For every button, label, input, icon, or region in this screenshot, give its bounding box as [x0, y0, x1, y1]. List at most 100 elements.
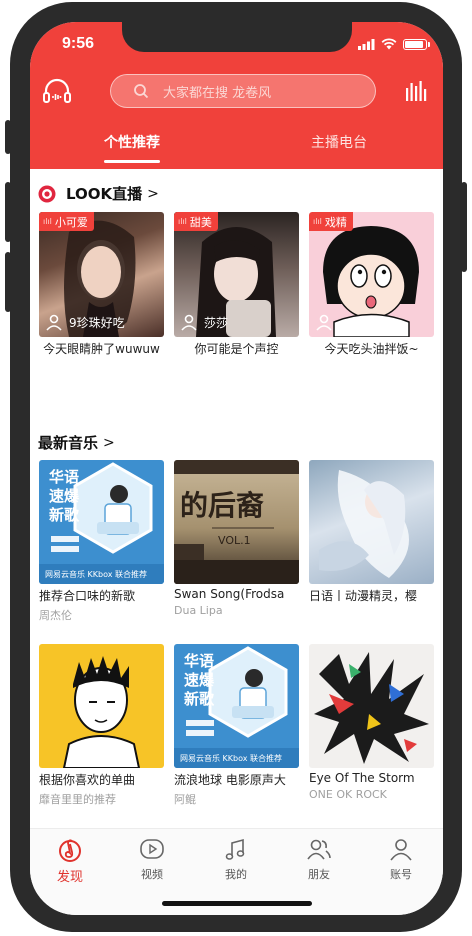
live-thumbnail: ılıl 甜美 莎莎 [174, 212, 299, 337]
tab-label: 发现 [56, 870, 83, 885]
live-card[interactable]: ılıl 甜美 莎莎 你可能是个声控 [174, 212, 299, 357]
netease-music-icon [59, 839, 81, 862]
live-title: 你可能是个声控 [194, 342, 279, 356]
song-title: 流浪地球 电影原声大 [174, 773, 286, 787]
cover-line: 速爆 [49, 487, 80, 505]
album-cover: 华语 速爆 新歌 网易云音乐 KKbox 联合推荐 [39, 460, 164, 584]
cover-line: 华语 [184, 652, 215, 670]
cover-line: 新歌 [184, 690, 215, 708]
person-icon [46, 314, 62, 331]
volume-up-button [5, 182, 11, 242]
cover-subtext: VOL.1 [218, 534, 251, 547]
look-section-title: LOOK直播 [66, 185, 143, 203]
cover-text: 华语 速爆 新歌 [184, 652, 214, 709]
tab-label: 朋友 [308, 868, 330, 881]
volume-down-button [5, 252, 11, 312]
album-cover [309, 460, 434, 584]
cover-brand: 网易云音乐 KKbox 联合推荐 [180, 754, 283, 763]
music-note-icon [225, 838, 245, 860]
song-artist: 靡音里里的推荐 [39, 793, 116, 806]
home-indicator[interactable] [162, 901, 312, 906]
tab-label: 我的 [225, 868, 247, 881]
song-title: 日语丨动漫精灵，樱 [309, 589, 418, 603]
headphones-icon[interactable] [42, 76, 72, 106]
wifi-icon [381, 38, 397, 50]
video-icon [140, 839, 164, 859]
music-more-arrow: > [103, 434, 115, 451]
look-live-icon [38, 185, 56, 202]
look-more-arrow: > [147, 185, 159, 202]
host-name [315, 313, 339, 331]
live-tag: ılıl 小可爱 [39, 212, 94, 231]
song-title: Eye Of The Storm [309, 771, 415, 785]
cover-brand: 网易云音乐 KKbox 联合推荐 [45, 570, 148, 579]
host-name-text: 莎莎 [204, 315, 229, 330]
live-card[interactable]: ılıl 戏精 今天吃头油拌饭~ [309, 212, 434, 357]
music-card[interactable]: 华语 速爆 新歌 网易云音乐 KKbox 联合推荐 流浪地球 电影原声大 阿鲲 [174, 644, 299, 807]
album-cover [39, 644, 164, 768]
header: 9:56 大家都在搜 龙卷风 个性推荐 主播电台 [30, 22, 443, 169]
side-button [5, 120, 11, 154]
status-icons [358, 38, 430, 50]
cover-art [314, 652, 429, 764]
power-button [461, 182, 467, 272]
music-card[interactable]: 华语 速爆 新歌 网易云音乐 KKbox 联合推荐 推荐合口味的新歌 周杰伦 [39, 460, 164, 623]
equalizer-icon[interactable] [405, 80, 427, 102]
tab-label: 视频 [141, 868, 163, 881]
person-icon [181, 314, 197, 331]
album-cover [309, 644, 434, 768]
tab-mine[interactable]: 我的 [206, 837, 266, 882]
bottom-tab-bar: 发现 视频 我的 朋友 账号 [30, 828, 443, 915]
tab-video[interactable]: 视频 [122, 837, 182, 882]
music-card[interactable]: 根据你喜欢的单曲 靡音里里的推荐 [39, 644, 164, 807]
song-artist: 周杰伦 [39, 609, 72, 622]
look-section-header[interactable]: LOOK直播 > [38, 183, 159, 204]
host-name: 莎莎 [180, 313, 228, 331]
cover-art [62, 656, 141, 768]
cover-art [319, 470, 409, 578]
music-card[interactable]: Eye Of The Storm ONE OK ROCK [309, 644, 434, 801]
live-card[interactable]: ılıl 小可爱 9珍珠好吃 今天眼睛肿了wuwuw [39, 212, 164, 357]
music-section-header[interactable]: 最新音乐 > [38, 432, 115, 453]
live-title: 今天吃头油拌饭~ [324, 342, 419, 356]
song-title: 根据你喜欢的单曲 [39, 773, 136, 787]
search-placeholder: 大家都在搜 龙卷风 [163, 85, 272, 101]
app-screen: 9:56 大家都在搜 龙卷风 个性推荐 主播电台 LOOK直播 > ılıl 小… [30, 22, 443, 915]
account-icon [390, 839, 412, 861]
person-icon [316, 314, 332, 331]
tab-friends[interactable]: 朋友 [289, 837, 349, 882]
song-title: 推荐合口味的新歌 [39, 589, 136, 603]
live-thumbnail: ılıl 戏精 [309, 212, 434, 337]
cover-line: 新歌 [49, 506, 80, 524]
song-artist: ONE OK ROCK [309, 788, 387, 801]
tab-label: 账号 [390, 868, 412, 881]
tab-discover[interactable]: 发现 [40, 837, 100, 885]
battery-icon [403, 38, 430, 50]
status-time: 9:56 [62, 35, 95, 52]
live-thumbnail: ılıl 小可爱 9珍珠好吃 [39, 212, 164, 337]
live-tag-text: 小可爱 [54, 215, 88, 229]
notch [122, 22, 352, 52]
tab-recommend[interactable]: 个性推荐 [104, 132, 160, 152]
album-cover: 华语 速爆 新歌 网易云音乐 KKbox 联合推荐 [174, 644, 299, 768]
search-bar[interactable]: 大家都在搜 龙卷风 [110, 74, 376, 108]
live-tag: ılıl 甜美 [174, 212, 218, 231]
main-content: LOOK直播 > ılıl 小可爱 9珍珠好吃 今天眼睛肿了wuwuw ılıl… [30, 169, 443, 829]
song-title: Swan Song(Frodsa [174, 587, 285, 601]
tab-account[interactable]: 账号 [371, 837, 431, 882]
album-cover: 的后裔 VOL.1 [174, 460, 299, 584]
cover-line: 速爆 [184, 671, 215, 689]
cover-line: 华语 [49, 468, 80, 486]
friends-icon [307, 839, 331, 860]
music-card[interactable]: 的后裔 VOL.1 Swan Song(Frodsa Dua Lipa [174, 460, 299, 617]
cover-text: 华语 速爆 新歌 [49, 468, 79, 525]
tab-radio[interactable]: 主播电台 [311, 132, 367, 152]
live-tag-text: 戏精 [324, 215, 347, 229]
top-tabs: 个性推荐 主播电台 [30, 132, 443, 169]
live-tag: ılıl 戏精 [309, 212, 353, 231]
live-title: 今天眼睛肿了wuwuw [43, 342, 160, 356]
music-card[interactable]: 日语丨动漫精灵，樱 [309, 460, 434, 607]
music-section-title: 最新音乐 [38, 434, 99, 452]
tab-indicator [104, 160, 160, 163]
song-artist: Dua Lipa [174, 604, 223, 617]
